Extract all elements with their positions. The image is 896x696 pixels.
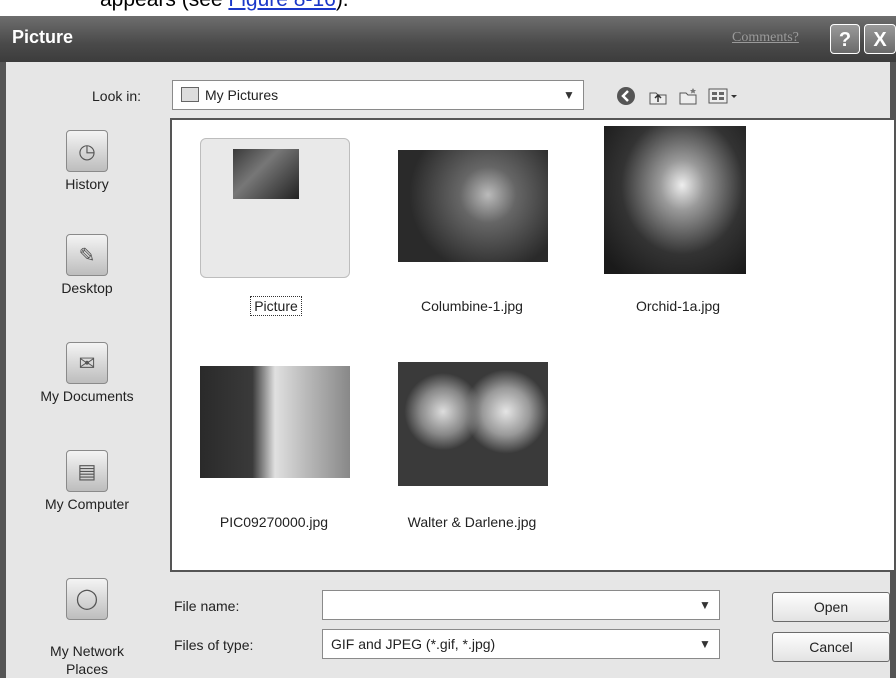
file-name: Columbine-1.jpg <box>421 298 523 314</box>
desktop-icon: ✎ <box>66 234 108 276</box>
filename-input[interactable]: ▼ <box>322 590 720 620</box>
help-button[interactable]: ? <box>830 24 860 54</box>
lookin-label: Look in: <box>92 88 142 104</box>
file-item[interactable]: Picture <box>196 132 350 316</box>
folder-icon <box>181 87 199 102</box>
new-folder-icon[interactable] <box>676 84 700 108</box>
file-item[interactable]: Columbine-1.jpg <box>394 132 548 314</box>
history-icon: ◷ <box>66 130 108 172</box>
file-item[interactable]: PIC09270000.jpg <box>196 350 350 530</box>
file-name: PIC09270000.jpg <box>219 514 329 530</box>
cancel-button[interactable]: Cancel <box>772 632 890 662</box>
place-desktop[interactable]: ✎ Desktop <box>12 234 162 296</box>
caption-text: appears (see Figure 8-16). <box>100 0 349 12</box>
filetype-label: Files of type: <box>174 637 254 653</box>
file-list[interactable]: Picture Columbine-1.jpg Orchid-1a.jpg PI… <box>170 118 896 572</box>
chevron-down-icon[interactable]: ▼ <box>691 591 719 619</box>
filename-label: File name: <box>174 598 240 614</box>
pic-thumbnail <box>200 366 350 478</box>
lookin-value: My Pictures <box>205 87 279 103</box>
file-name: Picture <box>250 296 302 316</box>
folder-thumbnail-icon <box>200 138 350 278</box>
views-menu-icon[interactable] <box>706 84 742 108</box>
columbine-thumbnail <box>398 150 548 262</box>
up-folder-icon[interactable] <box>646 84 670 108</box>
comments-link[interactable]: Comments? <box>732 30 799 46</box>
figure-link[interactable]: Figure 8-16 <box>228 0 335 11</box>
file-item[interactable]: Orchid-1a.jpg <box>600 126 750 314</box>
place-my-computer[interactable]: ▤ My Computer <box>12 450 162 512</box>
network-places-icon: ◯ <box>66 578 108 620</box>
walter-darlene-thumbnail <box>398 362 548 486</box>
open-button[interactable]: Open <box>772 592 890 622</box>
file-item[interactable]: Walter & Darlene.jpg <box>394 350 548 530</box>
back-icon[interactable] <box>614 84 638 108</box>
place-my-network-places[interactable]: ◯ My Network Places <box>12 560 162 696</box>
chevron-down-icon[interactable]: ▼ <box>691 630 719 658</box>
orchid-thumbnail <box>604 126 746 274</box>
place-my-documents[interactable]: ✉ My Documents <box>12 342 162 404</box>
my-documents-icon: ✉ <box>66 342 108 384</box>
place-history[interactable]: ◷ History <box>12 130 162 192</box>
chevron-down-icon[interactable]: ▼ <box>555 81 583 109</box>
file-name: Walter & Darlene.jpg <box>407 514 537 530</box>
window-title: Picture <box>12 27 74 47</box>
folder-preview-image <box>233 149 299 199</box>
filetype-value: GIF and JPEG (*.gif, *.jpg) <box>331 636 496 652</box>
file-name: Orchid-1a.jpg <box>635 298 721 314</box>
filetype-dropdown[interactable]: GIF and JPEG (*.gif, *.jpg) ▼ <box>322 629 720 659</box>
close-button[interactable]: X <box>864 24 896 54</box>
lookin-dropdown[interactable]: My Pictures ▼ <box>172 80 584 110</box>
my-computer-icon: ▤ <box>66 450 108 492</box>
title-bar: Picture Comments? ? X <box>0 16 896 62</box>
places-bar: ◷ History ✎ Desktop ✉ My Documents ▤ My … <box>12 120 162 677</box>
